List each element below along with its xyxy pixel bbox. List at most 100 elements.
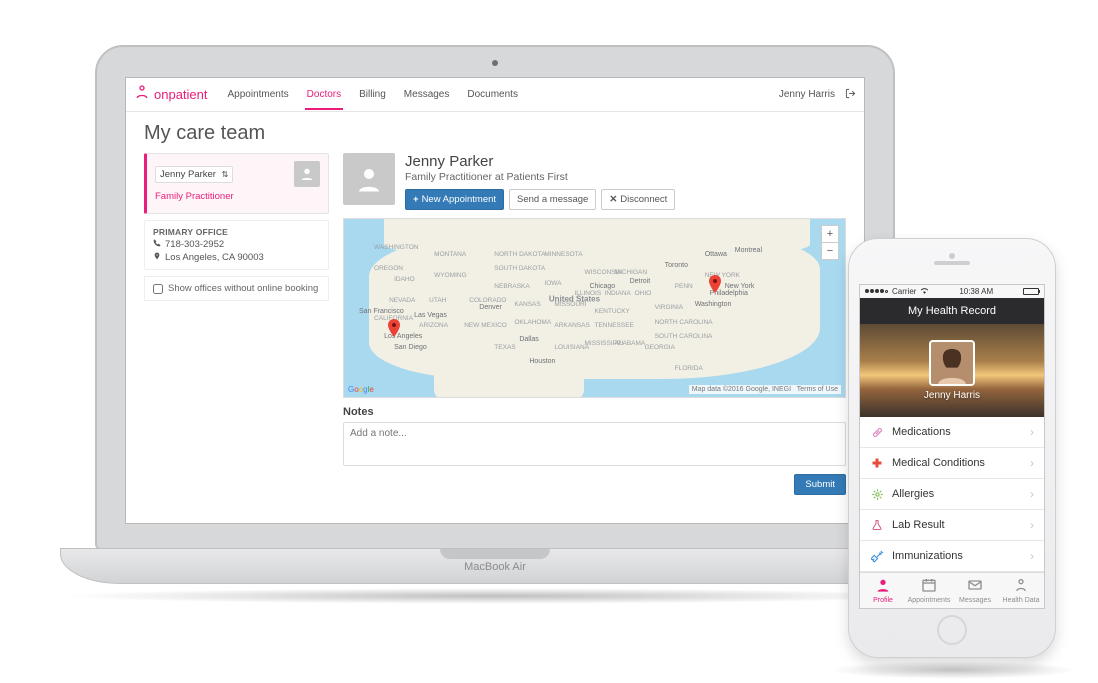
map-city-label: Chicago	[589, 283, 615, 290]
zoom-out-button[interactable]: −	[822, 243, 838, 259]
map-attribution-text: Map data ©2016 Google, INEGI	[692, 386, 791, 393]
provider-role: Family Practitioner	[155, 191, 320, 202]
show-offices-checkbox-row[interactable]: Show offices without online booking	[144, 276, 329, 301]
notes-input[interactable]	[343, 422, 846, 466]
medical-cross-icon	[870, 456, 884, 470]
chevron-right-icon: ›	[1030, 487, 1034, 501]
map-terms-link[interactable]: Terms of Use	[797, 386, 838, 393]
nav-billing[interactable]: Billing	[357, 79, 388, 110]
map-state-label: ILLINOIS	[574, 290, 601, 297]
tab-messages[interactable]: Messages	[952, 573, 998, 608]
submit-button[interactable]: Submit	[794, 474, 846, 495]
map-state-label: TENNESSEE	[595, 322, 634, 329]
list-item-conditions[interactable]: Medical Conditions ›	[860, 448, 1044, 479]
laptop-base: MacBook Air	[60, 548, 930, 584]
phone-screen: Carrier 10:38 AM My Health Record Jenny …	[859, 284, 1045, 609]
carrier-label: Carrier	[892, 287, 916, 296]
care-team-sidebar: Jenny Parker ⇅ Family Practitioner PRIMA…	[144, 153, 329, 495]
show-offices-checkbox[interactable]	[153, 284, 163, 294]
status-bar: Carrier 10:38 AM	[860, 285, 1044, 298]
tab-health-data[interactable]: Health Data	[998, 573, 1044, 608]
nav-appointments[interactable]: Appointments	[226, 79, 291, 110]
nav-doctors[interactable]: Doctors	[305, 79, 343, 110]
chevron-right-icon: ›	[1030, 549, 1034, 563]
allergy-icon	[870, 487, 884, 501]
close-icon: ✕	[609, 194, 617, 205]
map-attribution: Map data ©2016 Google, INEGI Terms of Us…	[689, 385, 841, 394]
map-state-label: MICHIGAN	[615, 269, 648, 276]
map-state-label: ARKANSAS	[554, 322, 589, 329]
map-state-label: ARIZONA	[419, 322, 448, 329]
home-button[interactable]	[937, 615, 967, 645]
map-state-label: NEW MEXICO	[464, 322, 507, 329]
chevron-updown-icon: ⇅	[222, 170, 229, 179]
new-appointment-label: New Appointment	[422, 194, 496, 205]
doctor-panel: Jenny Parker Family Practitioner at Pati…	[343, 153, 846, 495]
office-map[interactable]: United States WASHINGTON OREGON MONTANA …	[343, 218, 846, 398]
health-record-list: Medications › Medical Conditions › Aller…	[860, 417, 1044, 572]
list-item-allergies[interactable]: Allergies ›	[860, 479, 1044, 510]
wifi-icon	[920, 287, 929, 296]
map-city-label: San Diego	[394, 344, 427, 351]
primary-office: PRIMARY OFFICE 718-303-2952	[144, 220, 329, 270]
new-appointment-button[interactable]: New Appointment	[405, 189, 504, 210]
map-state-label: SOUTH CAROLINA	[655, 333, 713, 340]
map-city-label: Ottawa	[705, 251, 727, 258]
doctor-subtitle: Family Practitioner at Patients First	[405, 171, 675, 183]
user-avatar[interactable]	[929, 340, 975, 386]
location-pin-icon	[153, 252, 161, 263]
send-message-button[interactable]: Send a message	[509, 189, 596, 210]
map-state-label: UTAH	[429, 297, 446, 304]
map-city-label: Montreal	[735, 247, 762, 254]
map-state-label: MISSOURI	[554, 301, 586, 308]
list-item-medications[interactable]: Medications ›	[860, 417, 1044, 448]
map-city-label: Las Vegas	[414, 312, 447, 319]
envelope-icon	[967, 577, 983, 596]
provider-card[interactable]: Jenny Parker ⇅ Family Practitioner	[144, 153, 329, 214]
app-header-title: My Health Record	[860, 298, 1044, 324]
brand[interactable]: onpatient	[134, 84, 208, 105]
phone-frame: Carrier 10:38 AM My Health Record Jenny …	[848, 238, 1056, 658]
profile-hero: Jenny Harris	[860, 324, 1044, 417]
chevron-right-icon: ›	[1030, 456, 1034, 470]
map-state-label: MINNESOTA	[544, 251, 582, 258]
syringe-icon	[870, 549, 884, 563]
provider-dropdown[interactable]: Jenny Parker ⇅	[155, 166, 233, 183]
map-state-label: WYOMING	[434, 272, 467, 279]
chevron-right-icon: ›	[1030, 518, 1034, 532]
map-state-label: KENTUCKY	[595, 308, 630, 315]
map-state-label: NEBRASKA	[494, 283, 529, 290]
map-state-label: INDIANA	[605, 290, 631, 297]
map-state-label: NORTH CAROLINA	[655, 319, 713, 326]
map-pin-icon[interactable]	[388, 319, 400, 331]
map-city-label: Detroit	[630, 278, 651, 285]
map-city-label: San Francisco	[359, 308, 404, 315]
map-state-label: PENN	[675, 283, 693, 290]
map-state-label: SOUTH DAKOTA	[494, 265, 545, 272]
phone-shadow	[828, 661, 1078, 679]
map-state-label: NORTH DAKOTA	[494, 251, 545, 258]
zoom-in-button[interactable]: +	[822, 226, 838, 243]
current-user-name[interactable]: Jenny Harris	[779, 89, 835, 100]
map-city-label: Dallas	[519, 336, 538, 343]
tab-label: Messages	[959, 597, 991, 604]
laptop-screen: onpatient Appointments Doctors Billing M…	[125, 77, 865, 524]
list-item-immunizations[interactable]: Immunizations ›	[860, 541, 1044, 572]
nav-messages[interactable]: Messages	[402, 79, 452, 110]
top-nav: onpatient Appointments Doctors Billing M…	[126, 78, 864, 112]
disconnect-button[interactable]: ✕Disconnect	[601, 189, 675, 210]
logout-icon[interactable]	[845, 88, 856, 102]
laptop-shadow	[60, 588, 930, 604]
tab-profile[interactable]: Profile	[860, 573, 906, 608]
map-zoom-controls: + −	[821, 225, 839, 260]
laptop-frame: onpatient Appointments Doctors Billing M…	[60, 45, 930, 605]
tab-appointments[interactable]: Appointments	[906, 573, 952, 608]
list-item-lab[interactable]: Lab Result ›	[860, 510, 1044, 541]
laptop-bezel: onpatient Appointments Doctors Billing M…	[95, 45, 895, 550]
nav-documents[interactable]: Documents	[465, 79, 520, 110]
map-city-label: New York	[725, 283, 755, 290]
flask-icon	[870, 518, 884, 532]
list-item-label: Medications	[892, 426, 951, 438]
map-city-label: Washington	[695, 301, 732, 308]
map-pin-icon[interactable]	[709, 275, 721, 287]
